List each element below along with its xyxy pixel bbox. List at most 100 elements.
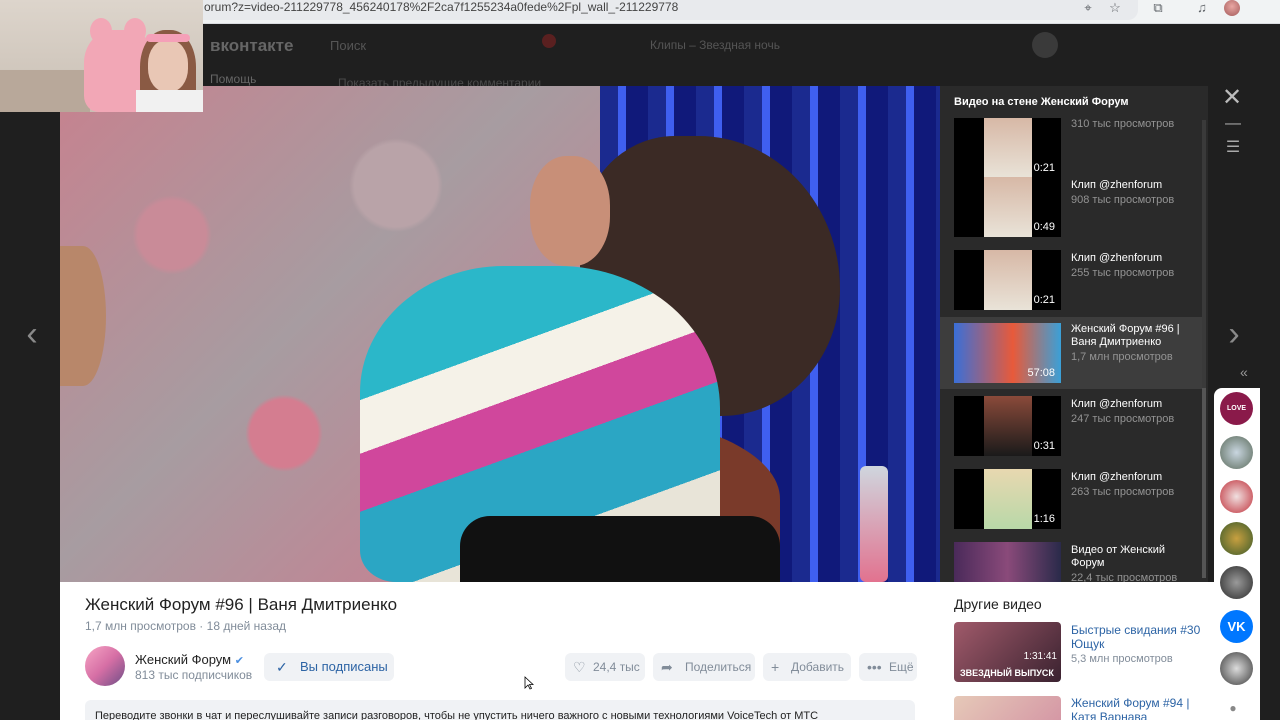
playlist-thumbnail[interactable]: 1:16	[954, 469, 1061, 529]
video-date: 18 дней назад	[206, 619, 287, 633]
share-button[interactable]: ➦ Поделиться	[653, 653, 755, 681]
search-input[interactable]: Поиск	[330, 38, 366, 53]
playlist-toggle-icon[interactable]: ☰	[1222, 138, 1244, 158]
channel-avatar[interactable]	[85, 646, 125, 686]
webcam-face	[148, 40, 188, 92]
thumbnail-image	[984, 118, 1032, 178]
prev-video-arrow-icon[interactable]: ‹	[20, 314, 44, 354]
playlist-item[interactable]: 0:21 Клип @zhenforum 255 тыс просмотров	[940, 248, 1202, 320]
video-views: 1,7 млн просмотров	[85, 619, 196, 633]
video-meta: 1,7 млн просмотров · 18 дней назад	[85, 619, 286, 633]
user-avatar[interactable]	[1032, 32, 1058, 58]
playlist-thumbnail[interactable]: 0:21	[954, 250, 1061, 310]
duration-badge: 0:21	[1033, 294, 1055, 306]
other-video-views: 5,3 млн просмотров	[1071, 653, 1173, 665]
sidebar-avatar[interactable]	[1220, 436, 1253, 469]
location-icon[interactable]: ⌖	[1080, 0, 1096, 16]
playlist-item-views: 247 тыс просмотров	[1071, 413, 1175, 425]
media-icon[interactable]: ♫	[1194, 0, 1210, 16]
playlist-item[interactable]: 0:49 Клип @zhenforum 908 тыс просмотров	[940, 175, 1202, 247]
verified-check-icon: ✔	[234, 655, 244, 667]
playlist-thumbnail[interactable]	[954, 542, 1061, 582]
close-icon[interactable]: ✕	[1220, 86, 1244, 110]
playlist-scrollbar-thumb[interactable]	[1202, 388, 1206, 578]
wall-video-playlist: Видео на стене Женский Форум 0:21 310 ты…	[940, 86, 1208, 582]
plus-icon: +	[771, 659, 780, 675]
next-video-arrow-icon[interactable]: ›	[1222, 314, 1246, 354]
share-icon: ➦	[661, 659, 673, 675]
sidebar-avatar-lovebot[interactable]: LOVE BOT	[1220, 392, 1253, 445]
playlist-thumbnail[interactable]: 0:49	[954, 177, 1061, 237]
playlist-title: Видео на стене Женский Форум	[954, 96, 1129, 108]
duration-badge: 1:31:41	[1023, 651, 1057, 662]
playlist-item[interactable]: Видео от Женский Форум 22,4 тыс просмотр…	[940, 540, 1202, 582]
left-menu-item[interactable]: Помощь	[210, 72, 256, 86]
promo-text[interactable]: Переводите звонки в чат и переслушивайте…	[95, 710, 818, 720]
other-video-title[interactable]: Быстрые свидания #30 Ющук	[1071, 623, 1201, 651]
channel-name-text[interactable]: Женский Форум	[135, 652, 231, 667]
like-button[interactable]: ♡ 24,4 тыс	[565, 653, 645, 681]
check-icon: ✓	[276, 659, 288, 675]
thumbnail-tag: ЗВЕЗДНЫЙ ВЫПУСК	[960, 668, 1054, 678]
other-video-thumbnail[interactable]	[954, 696, 1061, 720]
profile-avatar[interactable]	[1224, 0, 1240, 16]
playlist-item-title[interactable]: Женский Форум #96 | Ваня Дмитриенко	[1071, 323, 1196, 349]
webcam-overlay	[0, 0, 203, 112]
webcam-chair-ear	[90, 18, 112, 44]
duration-badge: 57:08	[1027, 367, 1055, 379]
playlist-thumbnail[interactable]: 57:08	[954, 323, 1061, 383]
playlist-item-title[interactable]: Клип @zhenforum	[1071, 471, 1196, 484]
playlist-item-title[interactable]: Клип @zhenforum	[1071, 398, 1196, 411]
thumbnail-image	[984, 396, 1032, 456]
channel-name[interactable]: Женский Форум ✔	[135, 652, 244, 667]
add-button[interactable]: + Добавить	[763, 653, 851, 681]
thumbnail-image	[984, 250, 1032, 310]
add-label: Добавить	[791, 660, 845, 674]
sidebar-avatar[interactable]	[1220, 566, 1253, 599]
star-icon[interactable]: ☆	[1107, 0, 1123, 16]
duration-badge: 0:49	[1033, 221, 1055, 233]
meta-separator: ·	[199, 619, 207, 633]
notifications-icon[interactable]	[542, 34, 556, 48]
video-player[interactable]	[60, 86, 940, 582]
sidebar-avatar[interactable]	[1220, 522, 1253, 555]
sidebar-avatar[interactable]	[1220, 480, 1253, 513]
playlist-item-title[interactable]: Видео от Женский Форум	[1071, 544, 1196, 570]
video-title: Женский Форум #96 | Ваня Дмитриенко	[85, 595, 398, 614]
channel-subscribers: 813 тыс подписчиков	[135, 668, 253, 682]
playlist-item[interactable]: 0:31 Клип @zhenforum 247 тыс просмотров	[940, 394, 1202, 466]
playlist-item-active[interactable]: 57:08 Женский Форум #96 | Ваня Дмитриенк…	[940, 317, 1202, 389]
playlist-item-views: 263 тыс просмотров	[1071, 486, 1175, 498]
vk-logo[interactable]: вконтакте	[210, 36, 293, 56]
playlist-thumbnail[interactable]: 0:21	[954, 118, 1061, 178]
other-video-title[interactable]: Женский Форум #94 | Катя Варнава	[1071, 696, 1201, 720]
minimize-icon[interactable]: —	[1222, 114, 1244, 134]
ellipsis-icon: •••	[867, 659, 882, 675]
playlist-item-views: 908 тыс просмотров	[1071, 194, 1175, 206]
playlist-item-title[interactable]: Клип @zhenforum	[1071, 252, 1196, 265]
webcam-headband	[146, 34, 190, 42]
heart-icon: ♡	[573, 659, 586, 675]
chat-bubble-icon[interactable]: ●	[1222, 698, 1244, 718]
video-frame-legs	[460, 516, 780, 582]
video-frame-hand	[60, 246, 106, 386]
playlist-thumbnail[interactable]: 0:31	[954, 396, 1061, 456]
other-video-thumbnail[interactable]: 1:31:41 ЗВЕЗДНЫЙ ВЫПУСК	[954, 622, 1061, 682]
sidebar-avatar-vk[interactable]: VK	[1220, 610, 1253, 643]
now-playing-label[interactable]: Клипы – Звездная ночь	[650, 38, 780, 52]
subscribed-button[interactable]: ✓ Вы подписаны	[264, 653, 394, 681]
sidebar-avatar[interactable]	[1220, 652, 1253, 685]
playlist-item[interactable]: 1:16 Клип @zhenforum 263 тыс просмотров	[940, 467, 1202, 539]
address-url[interactable]: orum?z=video-211229778_456240178%2F2ca7f…	[204, 0, 678, 14]
more-button[interactable]: ••• Ещё	[859, 653, 917, 681]
playlist-item-views: 255 тыс просмотров	[1071, 267, 1175, 279]
playlist-item-views: 22,4 тыс просмотров	[1071, 572, 1178, 582]
more-label: Ещё	[889, 660, 914, 674]
playlist-item-title[interactable]: Клип @zhenforum	[1071, 179, 1196, 192]
playlist-item-views: 1,7 млн просмотров	[1071, 351, 1173, 363]
extensions-icon[interactable]: ⧉	[1150, 0, 1166, 16]
collapse-chevron-icon[interactable]: «	[1240, 364, 1248, 380]
mouse-cursor-icon	[524, 676, 534, 690]
subscribed-label: Вы подписаны	[300, 659, 388, 674]
webcam-shelf	[0, 70, 90, 112]
